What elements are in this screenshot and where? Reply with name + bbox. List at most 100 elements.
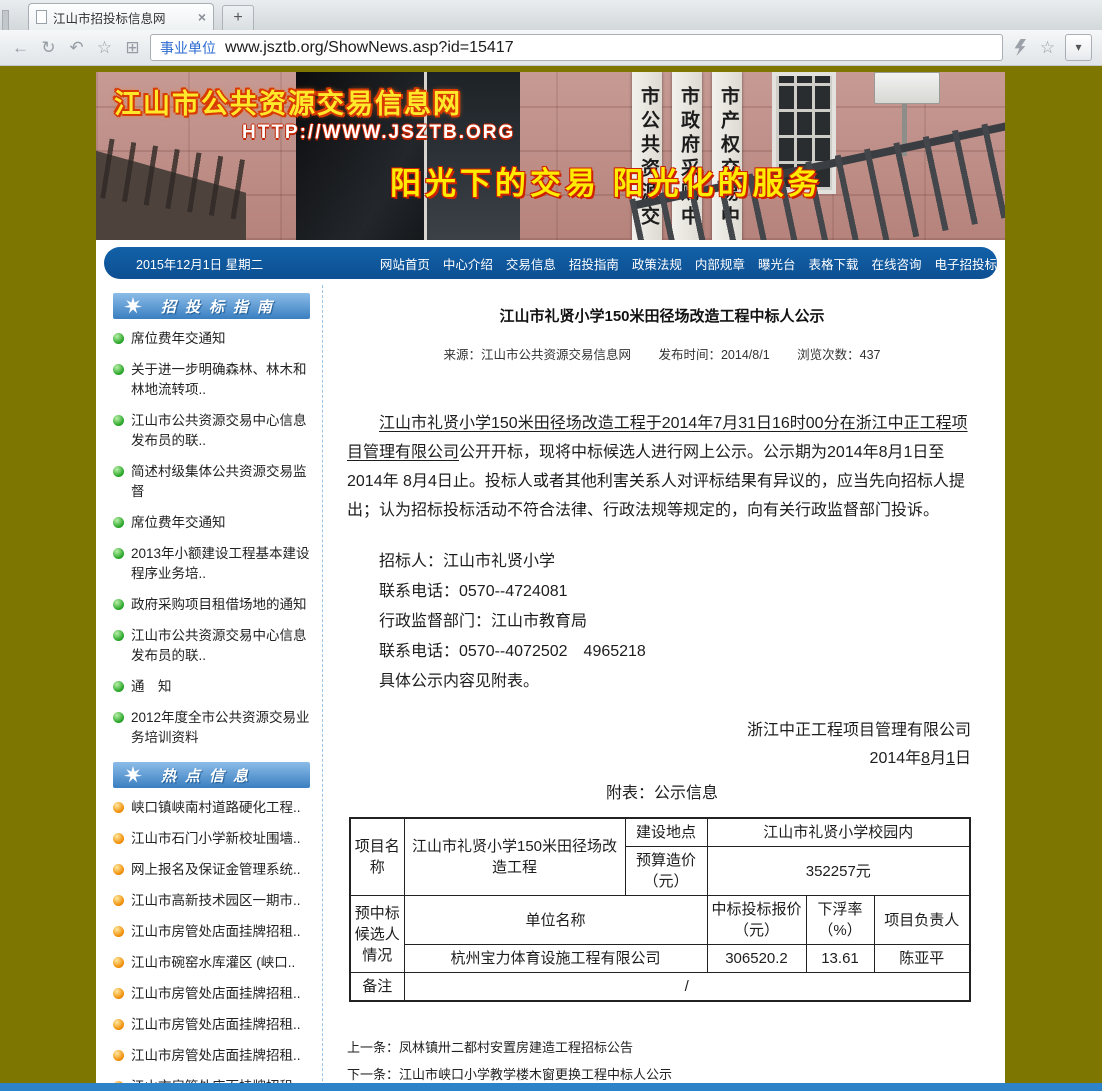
cell-discount-header: 下浮率（%） [806,896,874,945]
list-item[interactable]: 江山市石门小学新校址围墙.. [113,829,310,849]
publicity-table: 项目名称 江山市礼贤小学150米田径场改造工程 建设地点 江山市礼贤小学校园内 … [349,817,971,1002]
list-item[interactable]: 网上报名及保证金管理系统.. [113,860,310,880]
refresh-icon[interactable]: ↻ [38,39,59,56]
list-item[interactable]: 江山市公共资源交易中心信息发布员的联.. [113,626,310,666]
phone-line: 联系电话：0570--4724081 [379,577,977,607]
prev-article-link[interactable]: 上一条：凤林镇卅二都村安置房建造工程招标公告 [347,1034,977,1061]
nav-item-policies[interactable]: 政策法规 [632,254,682,273]
page-footer-bar [0,1083,1102,1091]
contact-block: 招标人：江山市礼贤小学 联系电话：0570--4724081 行政监督部门：江山… [379,547,977,697]
navbar-links: 网站首页 中心介绍 交易信息 招投指南 政策法规 内部规章 曝光台 表格下载 在… [380,254,997,273]
article-paragraph: 江山市礼贤小学150米田径场改造工程于2014年7月31日16时00分在浙江中正… [347,409,977,525]
nav-item-exposure[interactable]: 曝光台 [758,254,796,273]
supervisor-line: 行政监督部门：江山市教育局 [379,607,977,637]
list-item[interactable]: 江山市公共资源交易中心信息发布员的联.. [113,411,310,451]
browser-tab[interactable]: 江山市招投标信息网 × [28,3,214,30]
list-item[interactable]: 2012年度全市公共资源交易业务培训资料 [113,708,310,748]
cell-budget-label: 预算造价（元） [625,847,707,896]
list-item[interactable]: 江山市高新技术园区一期市.. [113,891,310,911]
leaf-bullet-icon [113,333,124,344]
list-item[interactable]: 2013年小额建设工程基本建设程序业务培.. [113,544,310,584]
cell-candidate-label: 预中标候选人情况 [350,896,404,973]
url-bar[interactable]: 事业单位 www.jsztb.org/ShowNews.asp?id=15417 [150,34,1003,61]
ball-bullet-icon [113,1019,124,1030]
list-item[interactable]: 峡口镇峡南村道路硬化工程.. [113,798,310,818]
list-item[interactable]: 江山市房管处店面挂牌招租.. [113,984,310,1004]
article: 江山市礼贤小学150米田径场改造工程中标人公示 来源：江山市公共资源交易信息网 … [323,285,1005,1091]
cell-bidprice: 306520.2 [707,945,806,973]
sidebar-header-hot: 热点信息 [113,762,310,788]
cell-company-header: 单位名称 [404,896,707,945]
nav-item-form-download[interactable]: 表格下载 [808,254,858,273]
leaf-icon [123,296,143,316]
favorite-star-icon[interactable]: ☆ [1037,39,1058,56]
list-item[interactable]: 江山市房管处店面挂牌招租.. [113,1046,310,1066]
leaf-bullet-icon [113,712,124,723]
list-item[interactable]: 通 知 [113,677,310,697]
leaf-bullet-icon [113,630,124,641]
web-page: 市公共资源交易中 市政府采购中 市产权交易中 江山市公共资源交易信息网 HTTP… [0,66,1102,1091]
dropdown-button[interactable]: ▾ [1065,34,1092,61]
tab-title: 江山市招投标信息网 [53,8,192,27]
signature-block: 浙江中正工程项目管理有限公司 2014年8月1日 [347,717,977,773]
url-text[interactable]: www.jsztb.org/ShowNews.asp?id=15417 [225,39,514,57]
article-publish-time: 发布时间：2014/8/1 [658,348,769,362]
list-item[interactable]: 关于进一步明确森林、林木和林地流转项.. [113,360,310,400]
main-navbar: 2015年12月1日 星期二 网站首页 中心介绍 交易信息 招投指南 政策法规 … [104,247,997,279]
list-item[interactable]: 政府采购项目租借场地的通知 [113,595,310,615]
ball-bullet-icon [113,957,124,968]
cell-company: 杭州宝力体育设施工程有限公司 [404,945,707,973]
article-meta: 来源：江山市公共资源交易信息网 发布时间：2014/8/1 浏览次数：437 [347,344,977,363]
hot-list: 峡口镇峡南村道路硬化工程.. 江山市石门小学新校址围墙.. 网上报名及保证金管理… [113,798,310,1091]
cell-remark: / [404,973,970,1002]
nav-item-e-bidding[interactable]: 电子招投标 [934,254,997,273]
article-source: 来源：江山市公共资源交易信息网 [443,348,631,362]
list-item[interactable]: 江山市房管处店面挂牌招租.. [113,1015,310,1035]
leaf-bullet-icon [113,517,124,528]
new-tab-button[interactable]: + [222,5,254,30]
back-icon[interactable]: ← [10,39,31,56]
list-item[interactable]: 席位费年交通知 [113,513,310,533]
nav-item-bid-guide[interactable]: 招投指南 [569,254,619,273]
list-item[interactable]: 简述村级集体公共资源交易监督 [113,462,310,502]
site-slogan: 阳光下的交易 阳光化的服务 [390,158,823,203]
ball-bullet-icon [113,988,124,999]
leaf-bullet-icon [113,599,124,610]
ball-bullet-icon [113,926,124,937]
list-item[interactable]: 江山市房管处店面挂牌招租.. [113,922,310,942]
history-icon[interactable]: ↶ [66,39,87,56]
site-banner: 市公共资源交易中 市政府采购中 市产权交易中 江山市公共资源交易信息网 HTTP… [96,72,1005,240]
cell-budget: 352257元 [707,847,970,896]
signature-date: 2014年8月1日 [347,745,971,773]
see-attachment-line: 具体公示内容见附表。 [379,667,977,697]
nav-item-internal-rules[interactable]: 内部规章 [695,254,745,273]
ball-bullet-icon [113,802,124,813]
nav-item-center-intro[interactable]: 中心介绍 [443,254,493,273]
nav-item-home[interactable]: 网站首页 [380,254,430,273]
cell-manager-header: 项目负责人 [874,896,970,945]
article-view-count: 浏览次数：437 [797,348,880,362]
leaf-bullet-icon [113,415,124,426]
nav-item-trade-info[interactable]: 交易信息 [506,254,556,273]
ball-bullet-icon [113,895,124,906]
list-item[interactable]: 席位费年交通知 [113,329,310,349]
bookmark-star-icon[interactable]: ☆ [94,39,115,56]
browser-chrome: 江山市招投标信息网 × + ← ↻ ↶ ☆ ⊞ 事业单位 www.jsztb.o… [0,0,1102,66]
signature-company: 浙江中正工程项目管理有限公司 [347,717,971,745]
apps-grid-icon[interactable]: ⊞ [122,39,143,56]
guide-list: 席位费年交通知 关于进一步明确森林、林木和林地流转项.. 江山市公共资源交易中心… [113,329,310,748]
cell-bidprice-header: 中标投标报价（元） [707,896,806,945]
leaf-bullet-icon [113,364,124,375]
prev-next-links: 上一条：凤林镇卅二都村安置房建造工程招标公告 下一条：江山市峡口小学教学楼木窗更… [347,1034,977,1088]
cell-discount: 13.61 [806,945,874,973]
site-url: HTTP://WWW.JSZTB.ORG [242,122,515,144]
phone-line-2: 联系电话：0570--4072502 4965218 [379,637,977,667]
list-item[interactable]: 江山市碗窑水库灌区 (峡口.. [113,953,310,973]
tab-close-icon[interactable]: × [198,9,206,25]
cell-manager: 陈亚平 [874,945,970,973]
lightning-icon[interactable] [1014,39,1026,56]
nav-item-online-consult[interactable]: 在线咨询 [871,254,921,273]
page-icon [36,10,47,24]
content-column: 市公共资源交易中 市政府采购中 市产权交易中 江山市公共资源交易信息网 HTTP… [96,72,1005,1091]
cell-project-name-label: 项目名称 [350,818,404,896]
